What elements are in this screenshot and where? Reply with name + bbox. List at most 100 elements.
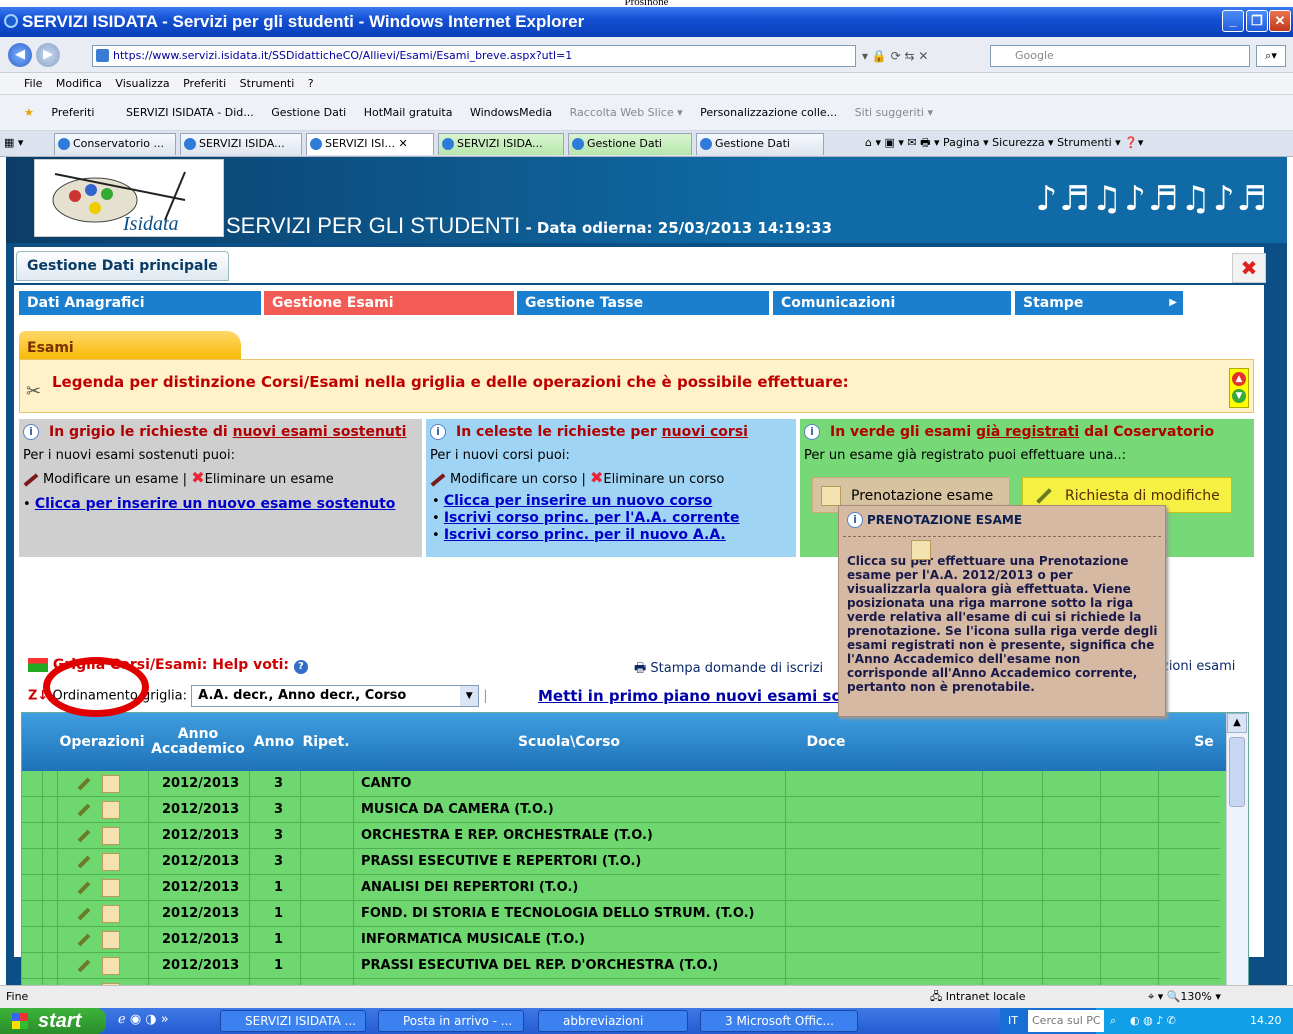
fav-webslice[interactable]: Raccolta Web Slice ▾ [570, 106, 683, 119]
promote-link[interactable]: Metti in primo piano nuovi esami so [538, 687, 842, 705]
address-tools-icons[interactable]: ▾ 🔒 ⟳ ⇆ ✕ [862, 45, 982, 67]
task-servizi-isidata[interactable]: SERVIZI ISIDATA ... [220, 1010, 366, 1032]
task-microsoft-office[interactable]: 3 Microsoft Offic... [700, 1010, 858, 1032]
task-abbreviazioni[interactable]: abbreviazioni [538, 1010, 688, 1032]
nav-stampe[interactable]: Stampe ▶ [1015, 291, 1183, 315]
banner-title: SERVIZI PER GLI STUDENTI - Data odierna:… [226, 213, 833, 238]
maximize-button[interactable]: ❐ [1246, 10, 1268, 32]
quick-tabs-icon[interactable]: ▦ ▾ [4, 136, 23, 149]
table-row[interactable]: 2012/2013 3 CANTO [22, 771, 1220, 797]
cell-anno-accademico: 2012/2013 [162, 880, 240, 895]
menu-file[interactable]: File [24, 77, 42, 90]
url-field[interactable]: https://www.servizi.isidata.it/SSDidatti… [92, 45, 856, 67]
link-iscrivi-corrente[interactable]: Iscrivi corso princ. per l'A.A. corrente [444, 510, 740, 526]
task-posta[interactable]: Posta in arrivo - ... [378, 1010, 524, 1032]
chevron-down-icon: ▼ [460, 686, 479, 706]
col-docente[interactable]: Doce [786, 713, 866, 771]
nav-comunicazioni[interactable]: Comunicazioni [773, 291, 1011, 315]
cell-anno-accademico: 2012/2013 [162, 776, 240, 791]
tab-conservatorio[interactable]: Conservatorio ... [54, 133, 176, 155]
nav-dati-anagrafici[interactable]: Dati Anagrafici [19, 291, 261, 315]
menu-preferiti[interactable]: Preferiti [183, 77, 226, 90]
search-icon[interactable]: ⌕ [1110, 1008, 1116, 1034]
tab-gestione-dati-1[interactable]: Gestione Dati [568, 133, 692, 155]
tab-servizi-active[interactable]: SERVIZI ISI... ✕ [306, 133, 434, 155]
tab-gestione-dati-2[interactable]: Gestione Dati [696, 133, 824, 155]
menu-strumenti[interactable]: Strumenti [240, 77, 295, 90]
edit-pencil-icon[interactable] [77, 959, 91, 973]
fav-windowsmedia[interactable]: WindowsMedia [470, 106, 552, 119]
link-iscrivi-nuovo[interactable]: Iscrivi corso princ. per il nuovo A.A. [444, 527, 726, 543]
fav-servizi-isidata[interactable]: SERVIZI ISIDATA - Did... [126, 106, 254, 119]
fav-siti-suggeriti[interactable]: Siti suggeriti ▾ [855, 106, 933, 119]
tab-gestione-dati-principale[interactable]: Gestione Dati principale [16, 251, 229, 281]
edit-pencil-icon[interactable] [77, 881, 91, 895]
cell-corso: PRASSI ESECUTIVE E REPERTORI (T.O.) [361, 854, 642, 869]
prenota-note-icon[interactable] [102, 827, 120, 845]
prenota-note-icon[interactable] [102, 931, 120, 949]
menu-modifica[interactable]: Modifica [56, 77, 102, 90]
prenota-note-icon[interactable] [102, 879, 120, 897]
collapse-toggle-icon[interactable]: ▲ ▼ [1229, 368, 1249, 408]
close-window-button[interactable]: ✕ [1269, 10, 1291, 32]
col-ripet[interactable]: Ripet. [300, 713, 352, 771]
cell-corso: ORCHESTRA E REP. ORCHESTRALE (T.O.) [361, 828, 653, 843]
prenota-note-icon[interactable] [102, 957, 120, 975]
prenota-note-icon[interactable] [102, 905, 120, 923]
tab-servizi-3[interactable]: SERVIZI ISIDA... [438, 133, 564, 155]
cell-anno-accademico: 2012/2013 [162, 802, 240, 817]
print-link-tail[interactable]: zioni esami [1162, 659, 1235, 674]
system-tray: IT Cerca sul PC ⌕ ◐ ◍ ♪ ✆ 14.20 [1000, 1008, 1293, 1034]
menu-visualizza[interactable]: Visualizza [115, 77, 169, 90]
minimize-button[interactable]: _ [1222, 10, 1244, 32]
table-row[interactable]: 2012/2013 3 PRASSI ESECUTIVE E REPERTORI (… [22, 849, 1220, 875]
back-icon[interactable]: ◀ [8, 43, 32, 67]
link-nuovo-esame[interactable]: Clicca per inserire un nuovo esame soste… [35, 496, 396, 512]
language-indicator[interactable]: IT [1008, 1008, 1018, 1034]
close-panel-icon[interactable]: ✖ [1232, 253, 1266, 283]
col-scuola-corso[interactable]: Scuola\Corso [353, 713, 785, 771]
table-row[interactable]: 2012/2013 3 MUSICA DA CAMERA (T.O.) [22, 797, 1220, 823]
col-anno[interactable]: Anno [249, 713, 299, 771]
search-input[interactable]: Google [990, 45, 1250, 67]
prenota-note-icon[interactable] [102, 853, 120, 871]
fav-hotmail[interactable]: HotMail gratuita [364, 106, 453, 119]
taskbar-search-input[interactable]: Cerca sul PC [1028, 1010, 1104, 1032]
edit-pencil-icon[interactable] [77, 907, 91, 921]
nav-gestione-esami[interactable]: Gestione Esami [264, 291, 514, 315]
table-row[interactable]: 2012/2013 1 INFORMATICA MUSICALE (T.O.) [22, 927, 1220, 953]
table-row[interactable]: 2012/2013 3 ORCHESTRA E REP. ORCHESTRALE (… [22, 823, 1220, 849]
edit-pencil-icon[interactable] [77, 829, 91, 843]
edit-pencil-icon[interactable] [77, 803, 91, 817]
start-button[interactable]: start [0, 1008, 106, 1034]
prenota-note-icon[interactable] [102, 775, 120, 793]
fav-gestione-dati[interactable]: Gestione Dati [271, 106, 346, 119]
tray-icons[interactable]: ◐ ◍ ♪ ✆ [1130, 1008, 1176, 1034]
col-anno-accademico[interactable]: Anno Accademico [148, 713, 248, 771]
sort-select[interactable]: A.A. decr., Anno decr., Corso ▼ [191, 685, 480, 707]
command-bar[interactable]: ⌂ ▾ ▣ ▾ ✉ 🖶 ▾ Pagina ▾ Sicurezza ▾ Strum… [865, 131, 1293, 157]
edit-pencil-icon[interactable] [77, 777, 91, 791]
edit-pencil-icon[interactable] [77, 855, 91, 869]
fav-preferiti[interactable]: ★ Preferiti [24, 106, 108, 119]
tab-esami[interactable]: Esami [19, 331, 241, 361]
edit-pencil-icon[interactable] [77, 933, 91, 947]
link-nuovo-corso[interactable]: Clicca per inserire un nuovo corso [444, 493, 712, 509]
search-icon[interactable]: ⌕▾ [1256, 45, 1286, 67]
forward-icon[interactable]: ▶ [36, 43, 60, 67]
col-se[interactable]: Se [1182, 713, 1226, 771]
col-operazioni[interactable]: Operazioni [57, 713, 147, 771]
nav-gestione-tasse[interactable]: Gestione Tasse [517, 291, 769, 315]
vertical-scrollbar[interactable]: ▲ ▼ [1226, 713, 1248, 985]
table-row[interactable]: 2012/2013 1 FOND. DI STORIA E TECNOLOGIA D… [22, 901, 1220, 927]
menu-help[interactable]: ? [308, 77, 314, 90]
fav-personalizzazione[interactable]: Personalizzazione colle... [700, 106, 837, 119]
table-row[interactable]: 2012/2013 1 PRASSI ESECUTIVA DEL REP. D'OR… [22, 953, 1220, 979]
table-row[interactable]: 2012/2013 1 ANALISI DEI REPERTORI (T.O.) [22, 875, 1220, 901]
tab-servizi-1[interactable]: SERVIZI ISIDA... [180, 133, 302, 155]
print-link[interactable]: 🖶 Stampa domande di iscrizi [634, 659, 823, 681]
help-icon[interactable]: ? [293, 660, 308, 674]
zoom-level[interactable]: ⌖ ▾ 🔍130% ▾ [1148, 986, 1221, 1008]
quick-launch-icons[interactable]: ℯ ◉ ◑ » [118, 1012, 169, 1027]
prenota-note-icon[interactable] [102, 801, 120, 819]
